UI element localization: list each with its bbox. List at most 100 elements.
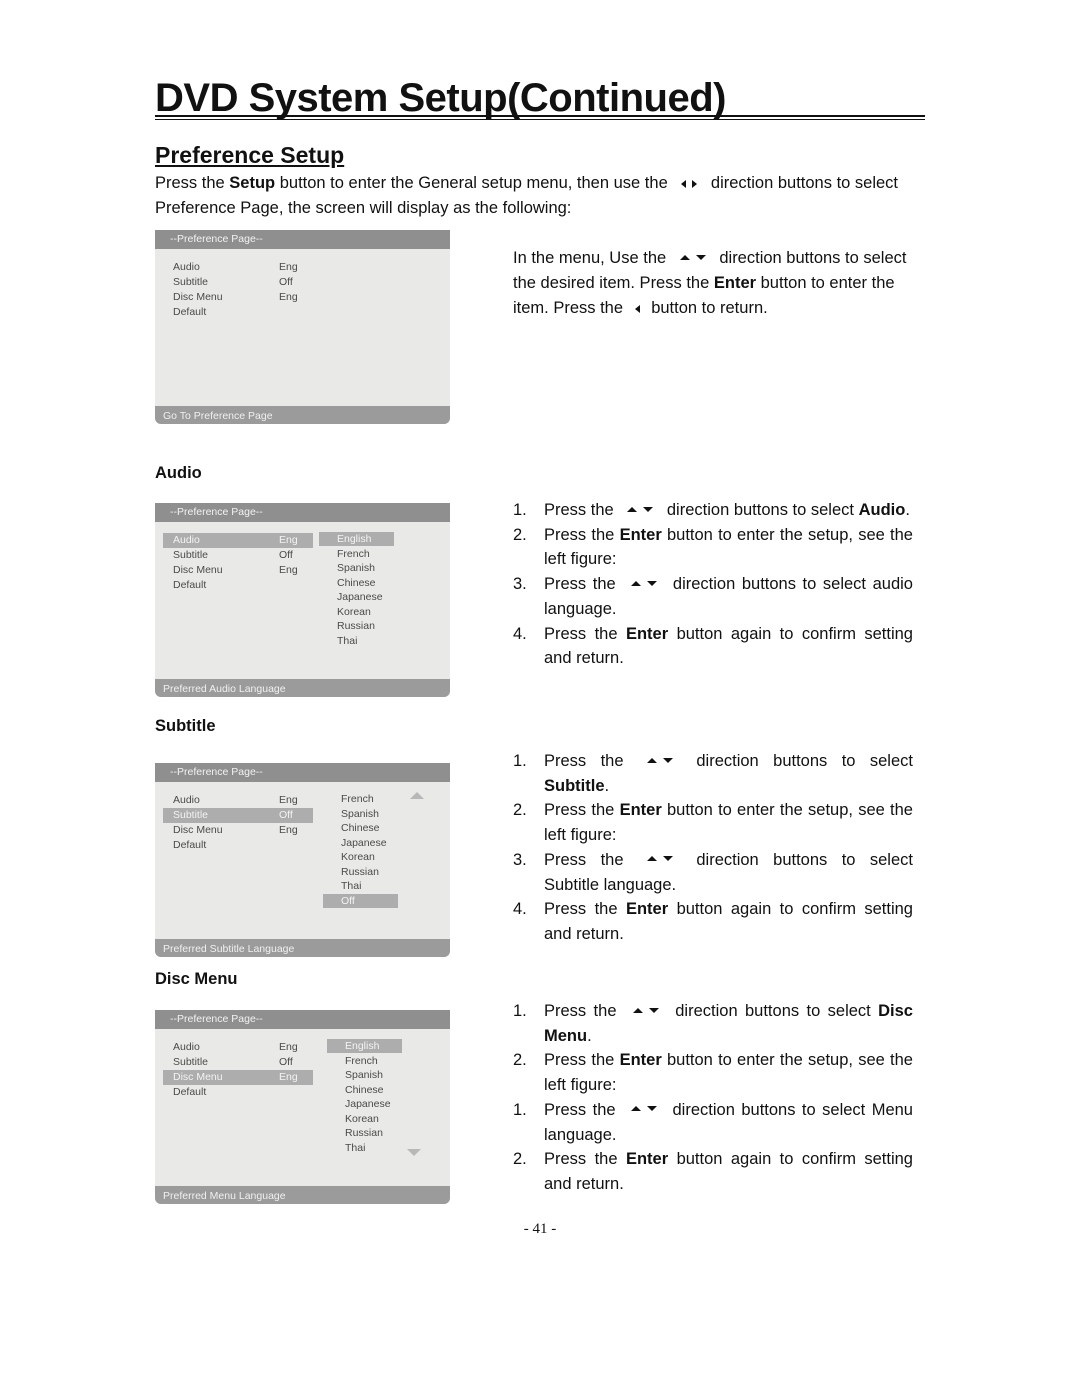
- osd-item-label: Default: [173, 839, 207, 851]
- up-arrow-icon: [627, 506, 638, 512]
- step-item: 4. Press the Enter button again to confir…: [513, 622, 913, 671]
- osd-menu-item[interactable]: Default: [163, 838, 313, 853]
- left-arrow-icon: [634, 304, 640, 313]
- osd-menu-item[interactable]: Subtitle Off: [163, 275, 313, 290]
- step-item: 3. Press the direction buttons to select …: [513, 572, 913, 621]
- osd-language-option[interactable]: Off: [323, 893, 398, 908]
- osd-language-option[interactable]: Korean: [323, 850, 398, 864]
- osd-menu-item[interactable]: Audio Eng: [163, 1040, 313, 1055]
- right-arrow-icon: [692, 179, 698, 188]
- osd-option-label: Russian: [345, 1127, 383, 1139]
- osd-menu-item[interactable]: Subtitle Off: [163, 808, 313, 823]
- osd-option-label: Japanese: [345, 1098, 391, 1110]
- step-number: 2.: [513, 1051, 527, 1070]
- step-keyword: Enter: [619, 525, 662, 544]
- osd-language-option[interactable]: English: [327, 1039, 402, 1053]
- step-number: 4.: [513, 900, 527, 919]
- down-arrow-icon: [647, 1106, 658, 1112]
- osd-option-label: Korean: [337, 605, 371, 618]
- osd-footer: Preferred Menu Language: [155, 1186, 450, 1204]
- osd-footer: Preferred Audio Language: [155, 679, 450, 697]
- osd-menu-item[interactable]: Disc Menu Eng: [163, 563, 313, 578]
- osd-language-option[interactable]: Japanese: [327, 1097, 402, 1111]
- osd-language-option[interactable]: Thai: [323, 879, 398, 893]
- subtitle-steps: 1. Press the direction buttons to select …: [513, 749, 913, 947]
- osd-language-option[interactable]: Chinese: [323, 821, 398, 835]
- step-number: 3.: [513, 850, 527, 869]
- osd-option-label: Thai: [341, 880, 362, 892]
- osd-language-option[interactable]: Chinese: [327, 1083, 402, 1097]
- step-number: 2.: [513, 525, 527, 544]
- osd-option-label: Korean: [345, 1112, 379, 1125]
- up-arrow-icon: [632, 1007, 643, 1013]
- osd-header: --Preference Page--: [155, 230, 450, 249]
- osd-menu-item[interactable]: Disc Menu Eng: [163, 290, 313, 305]
- instr-text: In the menu, Use the: [513, 249, 671, 267]
- osd-language-option[interactable]: Spanish: [327, 1068, 402, 1082]
- osd-menu-item[interactable]: Subtitle Off: [163, 1055, 313, 1070]
- osd-language-option[interactable]: Japanese: [323, 836, 398, 850]
- step-number: 2.: [513, 1150, 527, 1169]
- scroll-up-icon: [410, 792, 424, 799]
- step-item: 4. Press the Enter button again to confir…: [513, 897, 913, 946]
- osd-menu-item[interactable]: Audio Eng: [163, 533, 313, 548]
- osd-item-value: Eng: [279, 1041, 298, 1053]
- setup-keyword: Setup: [229, 174, 276, 192]
- osd-option-label: Russian: [337, 620, 375, 632]
- osd-language-option[interactable]: English: [319, 532, 394, 546]
- step-keyword: Disc Menu: [544, 1002, 913, 1045]
- osd-header: --Preference Page--: [155, 1010, 450, 1029]
- osd-option-label: Spanish: [337, 562, 375, 574]
- osd-language-option[interactable]: Spanish: [319, 561, 394, 575]
- down-arrow-icon: [695, 254, 706, 260]
- osd-menu-item[interactable]: Audio Eng: [163, 793, 313, 808]
- osd-item-label: Audio: [173, 261, 200, 273]
- menu-instructions: In the menu, Use the direction buttons t…: [513, 246, 918, 321]
- osd-item-value: Off: [279, 276, 293, 288]
- osd-language-option[interactable]: Spanish: [323, 807, 398, 821]
- osd-item-label: Audio: [173, 534, 200, 546]
- osd-language-option[interactable]: Russian: [327, 1126, 402, 1140]
- left-arrow-icon: [681, 179, 687, 188]
- osd-option-label: Spanish: [341, 807, 379, 820]
- osd-item-label: Disc Menu: [173, 1071, 223, 1083]
- osd-language-option[interactable]: Russian: [323, 865, 398, 879]
- osd-menu-item[interactable]: Default: [163, 1085, 313, 1100]
- disc-menu-heading: Disc Menu: [155, 970, 238, 988]
- osd-menu-item[interactable]: Subtitle Off: [163, 548, 313, 563]
- step-keyword: Enter: [625, 624, 669, 643]
- osd-language-option[interactable]: Thai: [319, 634, 394, 648]
- step-number: 1.: [513, 752, 527, 770]
- scroll-down-icon: [407, 1149, 421, 1156]
- step-item: 1. Press the direction buttons to select …: [513, 749, 913, 798]
- osd-language-option[interactable]: Korean: [319, 605, 394, 619]
- osd-language-option[interactable]: Japanese: [319, 590, 394, 604]
- osd-language-option[interactable]: Russian: [319, 619, 394, 633]
- step-item: 3. Press the direction buttons to select …: [513, 848, 913, 897]
- intro-paragraph: Press the Setup button to enter the Gene…: [155, 171, 930, 221]
- step-number: 1.: [513, 1100, 527, 1119]
- subtitle-heading: Subtitle: [155, 717, 216, 735]
- down-arrow-icon: [648, 1007, 659, 1013]
- osd-menu-item[interactable]: Default: [163, 578, 313, 593]
- osd-language-option[interactable]: French: [319, 547, 394, 561]
- osd-menu-item[interactable]: Disc Menu Eng: [163, 1070, 313, 1085]
- up-arrow-icon: [646, 856, 657, 862]
- osd-language-option[interactable]: French: [327, 1054, 402, 1068]
- osd-option-label: Russian: [341, 865, 379, 878]
- osd-language-option[interactable]: Chinese: [319, 576, 394, 590]
- enter-keyword: Enter: [713, 274, 757, 292]
- osd-screen-subtitle: --Preference Page-- Audio Eng Subtitle Off D…: [155, 763, 450, 957]
- osd-language-option[interactable]: Korean: [327, 1112, 402, 1126]
- osd-menu-item[interactable]: Audio Eng: [163, 260, 313, 275]
- osd-item-value: Eng: [279, 794, 298, 806]
- osd-language-option[interactable]: French: [323, 792, 398, 806]
- title-rule: [155, 115, 925, 117]
- osd-menu-item[interactable]: Disc Menu Eng: [163, 823, 313, 838]
- osd-language-option[interactable]: Thai: [327, 1141, 402, 1155]
- osd-item-label: Disc Menu: [173, 291, 223, 303]
- osd-header: --Preference Page--: [155, 503, 450, 522]
- osd-menu-item[interactable]: Default: [163, 305, 313, 320]
- osd-screen-disc-menu: --Preference Page-- Audio Eng Subtitle Off D…: [155, 1010, 450, 1204]
- step-number: 1.: [513, 501, 527, 519]
